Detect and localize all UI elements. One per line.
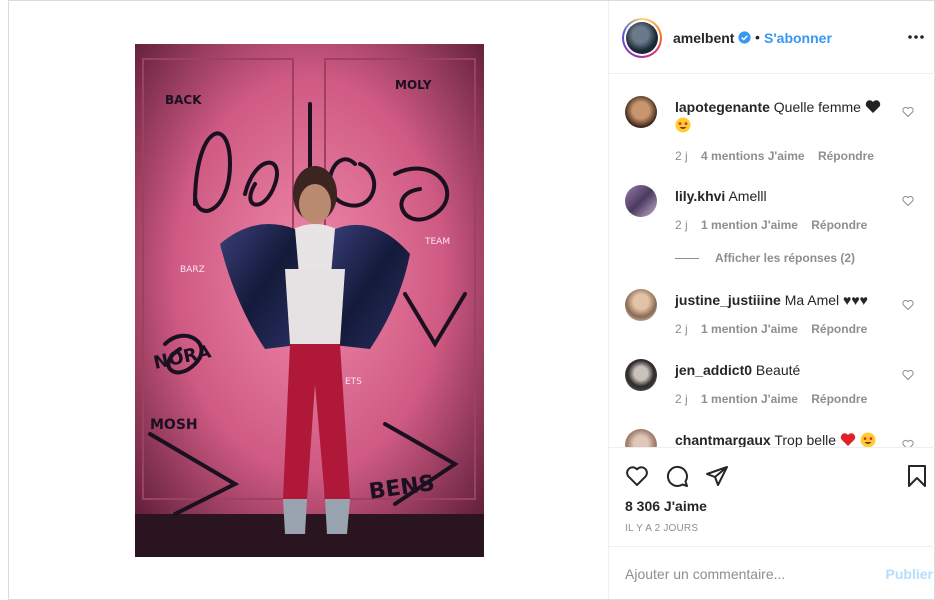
more-options-icon[interactable] (907, 29, 925, 45)
svg-text:MOSH: MOSH (150, 417, 198, 433)
comment-meta: 2 j 1 mention J'aime Répondre (675, 392, 877, 406)
svg-text:MOLY: MOLY (395, 78, 432, 92)
like-comment-icon[interactable] (902, 439, 914, 447)
comment-text: Amelll (728, 188, 767, 204)
follow-button[interactable]: S'abonner (764, 30, 832, 46)
view-replies-label: Afficher les réponses (2) (715, 251, 856, 265)
heart-icon[interactable] (625, 464, 649, 488)
comment-meta: 2 j 1 mention J'aime Répondre (675, 218, 877, 232)
comment-input[interactable] (625, 563, 865, 585)
comment-text-block: justine_justiiine Ma Amel ♥♥♥ (675, 291, 900, 309)
share-icon[interactable] (705, 464, 729, 488)
comment-age: 2 j (675, 149, 688, 163)
reply-button[interactable]: Répondre (811, 218, 867, 232)
comment-text-block: lapotegenante Quelle femme (675, 98, 900, 134)
post-dialog: BENS NORA MOSH MOLY BACK BARZ TEAM ETS a… (8, 0, 935, 600)
svg-text:BACK: BACK (165, 93, 202, 107)
comment-text: Ma Amel ♥♥♥ (784, 292, 868, 308)
reply-button[interactable]: Répondre (811, 392, 867, 406)
star-struck-icon (860, 432, 876, 447)
comment-text: Beauté (755, 362, 801, 378)
like-comment-icon[interactable] (902, 195, 914, 207)
svg-text:BARZ: BARZ (180, 265, 205, 275)
comment-age: 2 j (675, 218, 688, 232)
comment-username[interactable]: justine_justiiine (675, 292, 781, 308)
comment-likes[interactable]: 1 mention J'aime (701, 218, 798, 232)
view-replies-button[interactable]: Afficher les réponses (2) (675, 251, 855, 265)
comment-username[interactable]: lily.khvi (675, 188, 725, 204)
comment-text: Quelle femme (773, 99, 861, 115)
post-photo[interactable]: BENS NORA MOSH MOLY BACK BARZ TEAM ETS (135, 44, 484, 557)
like-comment-icon[interactable] (902, 299, 914, 311)
post-timestamp[interactable]: IL Y A 2 JOURS (625, 523, 698, 534)
comment-age: 2 j (675, 322, 688, 336)
comment-username[interactable]: jen_addict0 (675, 362, 752, 378)
comment-likes[interactable]: 1 mention J'aime (701, 392, 798, 406)
commenter-avatar[interactable] (625, 289, 657, 321)
post-header: amelbent • S'abonner (609, 1, 935, 74)
comment-text-block: lily.khvi Amelll (675, 187, 900, 205)
comment-text: Trop belle (774, 432, 837, 447)
comment-text-block: jen_addict0 Beauté (675, 361, 900, 379)
like-comment-icon[interactable] (902, 106, 914, 118)
comment-meta: 2 j 4 mentions J'aime Répondre (675, 149, 884, 163)
replies-divider (675, 258, 699, 260)
bookmark-icon[interactable] (905, 464, 929, 488)
comment-icon[interactable] (665, 464, 689, 488)
red-heart-icon (840, 433, 856, 446)
reply-button[interactable]: Répondre (811, 322, 867, 336)
comment-username[interactable]: lapotegenante (675, 99, 770, 115)
author-username[interactable]: amelbent (673, 30, 734, 46)
post-media: BENS NORA MOSH MOLY BACK BARZ TEAM ETS (9, 1, 608, 599)
comment-likes[interactable]: 1 mention J'aime (701, 322, 798, 336)
comment-text-block: chantmargaux Trop belle (675, 431, 900, 447)
star-struck-icon (675, 117, 691, 133)
comment-username[interactable]: chantmargaux (675, 432, 771, 447)
commenter-avatar[interactable] (625, 359, 657, 391)
comments-list[interactable]: lapotegenante Quelle femme 2 j 4 mention… (609, 75, 935, 447)
svg-text:ETS: ETS (345, 377, 362, 387)
separator-dot: • (755, 29, 760, 45)
black-heart-icon (865, 100, 881, 113)
likes-count[interactable]: 8 306 J'aime (625, 498, 707, 514)
comment-meta: 2 j 1 mention J'aime Répondre (675, 322, 877, 336)
post-sidebar: amelbent • S'abonner lapotegenante Quell… (608, 1, 935, 599)
commenter-avatar[interactable] (625, 185, 657, 217)
verified-badge-icon (738, 31, 751, 44)
comment-likes[interactable]: 4 mentions J'aime (701, 149, 805, 163)
comment-age: 2 j (675, 392, 688, 406)
add-comment-bar: Publier (609, 546, 935, 599)
publish-button[interactable]: Publier (886, 566, 933, 582)
like-comment-icon[interactable] (902, 369, 914, 381)
reply-button[interactable]: Répondre (818, 149, 874, 163)
author-avatar[interactable] (622, 18, 662, 58)
svg-text:TEAM: TEAM (424, 237, 450, 247)
commenter-avatar[interactable] (625, 96, 657, 128)
post-actions: 8 306 J'aime IL Y A 2 JOURS (609, 447, 935, 547)
commenter-avatar[interactable] (625, 429, 657, 447)
